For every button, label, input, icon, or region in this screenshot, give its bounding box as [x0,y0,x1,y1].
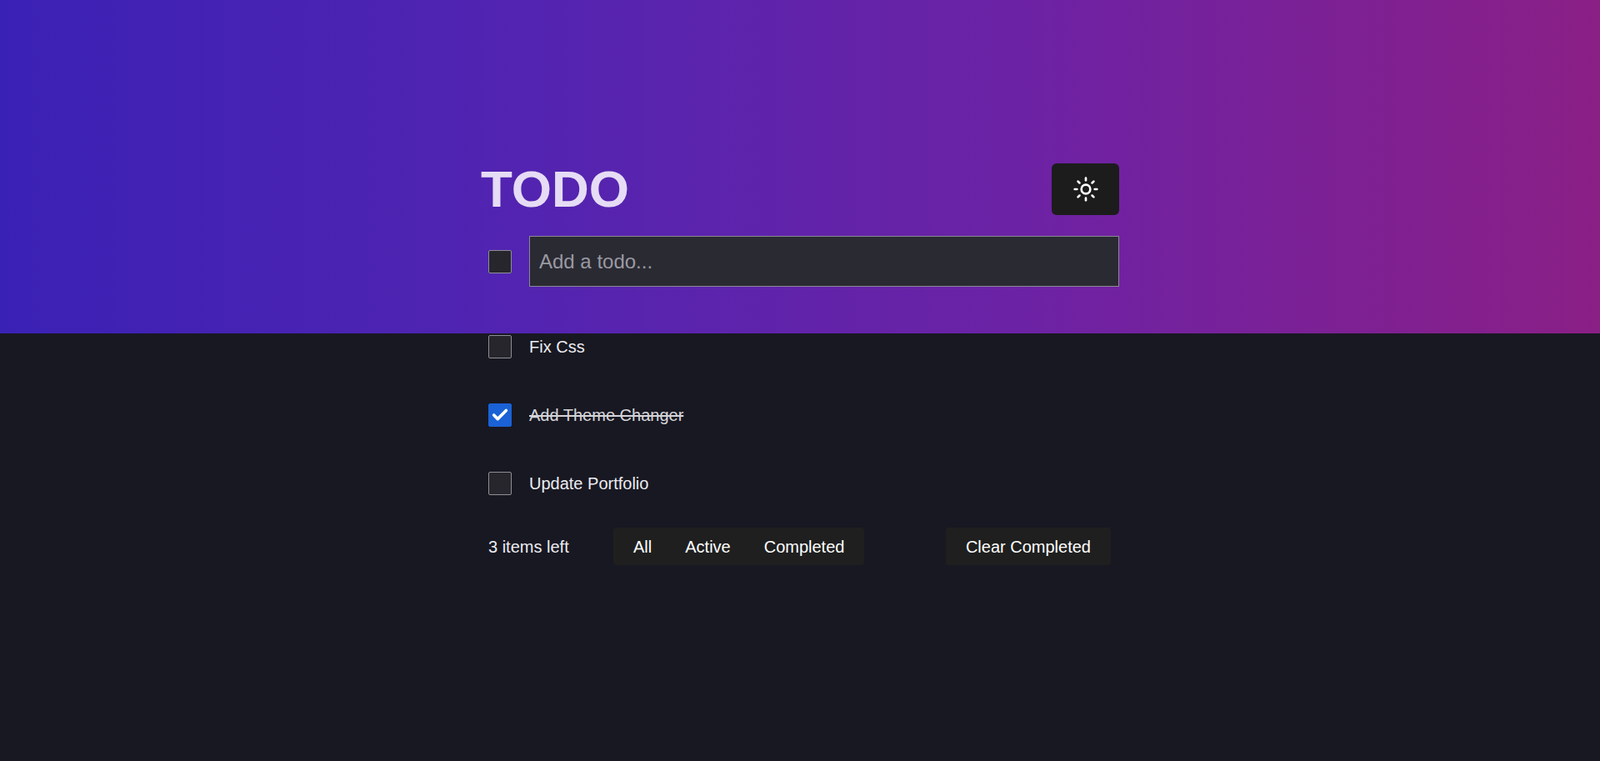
todo-text: Fix Css [529,334,585,360]
sun-icon [1072,175,1100,203]
todo-item[interactable]: Fix Css [480,312,1120,381]
todo-text: Add Theme Changer [529,402,684,428]
todo-column: TODO Fix Css Add Theme Changer Update Portf… [480,0,1120,565]
todo-list: Fix Css Add Theme Changer Update Portfolio [480,312,1120,518]
new-todo-input[interactable] [529,235,1120,287]
header: TODO [480,163,1120,215]
filter-group: AllActiveCompleted [613,527,865,565]
new-todo-row [480,235,1120,287]
todo-checkbox[interactable] [488,471,512,495]
todo-page: TODO Fix Css Add Theme Changer Update Portf… [0,0,1600,761]
footer: 3 items leftAllActiveCompleted Clear Comp… [480,527,1120,565]
check-icon [490,405,510,425]
clear-completed-button[interactable]: Clear Completed [945,527,1111,565]
todo-text: Update Portfolio [529,470,649,496]
filter-button[interactable]: Completed [747,527,862,565]
todo-checkbox[interactable] [488,335,512,359]
todo-item[interactable]: Add Theme Changer [480,380,1120,450]
toggle-all-checkbox[interactable] [488,250,512,274]
filter-button[interactable]: All [616,527,669,565]
todo-checkbox[interactable] [488,403,512,427]
filter-button[interactable]: Active [668,527,747,565]
theme-toggle-button[interactable] [1051,163,1120,215]
todo-item[interactable]: Update Portfolio [480,449,1120,518]
items-left-count: 3 items left [488,534,622,560]
app-title: TODO [480,163,630,215]
